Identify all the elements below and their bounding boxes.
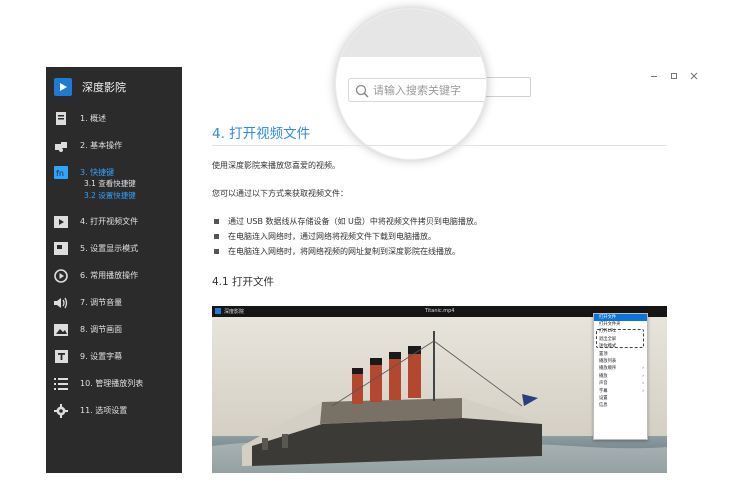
title-divider bbox=[212, 145, 667, 146]
menu-item-always-on-top[interactable]: 置顶 bbox=[594, 351, 647, 358]
fn-key-icon: fn bbox=[54, 166, 68, 180]
sidebar-item-label: 7. 调节音量 bbox=[80, 298, 123, 307]
menu-item-playlist[interactable]: 播放列表 bbox=[594, 358, 647, 365]
section-title: 4.1 打开文件 bbox=[212, 276, 275, 288]
sidebar-header: 深度影院 bbox=[54, 77, 178, 97]
display-icon bbox=[54, 242, 68, 256]
magnifier-titlebar bbox=[336, 9, 486, 57]
app-title: 深度影院 bbox=[82, 81, 126, 94]
lead-paragraph: 您可以通过以下方式来获取视频文件： bbox=[212, 189, 348, 198]
player-app-title: 深度影院 bbox=[224, 309, 245, 315]
menu-item-label: 字幕 bbox=[599, 388, 608, 394]
picture-icon bbox=[54, 323, 68, 337]
list-item: 在电脑连入网络时，将网络视频的网址复制到深度影院在线播放。 bbox=[212, 244, 482, 259]
menu-item-label: 声音 bbox=[599, 381, 608, 387]
sidebar-item-basic-ops[interactable]: 2. 基本操作 bbox=[46, 132, 182, 159]
chapter-title: 4. 打开视频文件 bbox=[212, 126, 311, 142]
menu-item-play-order[interactable]: 播放顺序 › bbox=[594, 365, 647, 372]
volume-icon bbox=[54, 296, 68, 310]
chevron-right-icon: › bbox=[642, 366, 644, 372]
menu-item-label: 播放列表 bbox=[599, 358, 617, 364]
subtitle-icon bbox=[54, 350, 68, 364]
sidebar-item-subtitles[interactable]: 9. 设置字幕 bbox=[46, 343, 182, 370]
bullet-icon bbox=[214, 234, 219, 239]
sidebar-item-options[interactable]: 11. 选项设置 bbox=[46, 397, 182, 424]
highlight-dashed-box bbox=[596, 329, 644, 348]
sidebar-item-label: 6. 常用播放操作 bbox=[80, 271, 139, 280]
menu-item-play[interactable]: 播放 › bbox=[594, 373, 647, 380]
bullet-icon bbox=[214, 249, 219, 254]
window-controls bbox=[649, 71, 699, 81]
sidebar-subitems: 3.1 查看快捷键 3.2 设置快捷键 bbox=[46, 178, 182, 202]
menu-item-open-file[interactable]: 打开文件 bbox=[594, 314, 647, 321]
sidebar-item-open-video[interactable]: 4. 打开视频文件 bbox=[46, 208, 182, 235]
bullet-icon bbox=[214, 219, 219, 224]
sidebar-item-label: 1. 概述 bbox=[80, 114, 107, 123]
sidebar-item-display-mode[interactable]: 5. 设置显示模式 bbox=[46, 235, 182, 262]
menu-item-label: 置顶 bbox=[599, 351, 608, 357]
close-icon[interactable] bbox=[689, 71, 699, 81]
sidebar-item-label: 3. 快捷键 bbox=[80, 168, 115, 177]
chevron-right-icon: › bbox=[642, 388, 644, 394]
sidebar-item-playback[interactable]: 6. 常用播放操作 bbox=[46, 262, 182, 289]
sidebar-subitem-set-shortcuts[interactable]: 3.2 设置快捷键 bbox=[84, 190, 182, 202]
context-menu: 打开文件 打开文件夹 打开URL 退出全屏 迷你模式 置顶 播放列表 播放顺序 ›… bbox=[593, 313, 648, 440]
menu-item-sound[interactable]: 声音 › bbox=[594, 380, 647, 387]
sidebar-item-label: 9. 设置字幕 bbox=[80, 352, 123, 361]
play-icon bbox=[54, 268, 68, 283]
sidebar-nav: 1. 概述 2. 基本操作 fn 3. 快捷键 3.1 查看快捷键 3.2 设置… bbox=[46, 105, 182, 424]
search-magnifier: 请输入搜索关键字 bbox=[335, 8, 487, 160]
sidebar: 深度影院 1. 概述 2. 基本操作 fn 3. 快捷键 3.1 查看快捷键 3… bbox=[46, 67, 182, 473]
list-icon bbox=[54, 377, 68, 391]
search-input[interactable]: 请输入搜索关键字 bbox=[348, 78, 486, 102]
sidebar-item-playlist[interactable]: 10. 管理播放列表 bbox=[46, 370, 182, 397]
list-item: 通过 USB 数据线从存储设备（如 U盘）中将视频文件拷贝到电脑播放。 bbox=[212, 214, 482, 229]
menu-item-label: 设置 bbox=[599, 395, 608, 401]
sidebar-subitem-view-shortcuts[interactable]: 3.1 查看快捷键 bbox=[84, 178, 182, 190]
sidebar-item-label: 4. 打开视频文件 bbox=[80, 217, 139, 226]
sidebar-item-label: 8. 调节画面 bbox=[80, 325, 123, 334]
player-file-name: Titanic.mp4 bbox=[425, 308, 455, 314]
bullet-list: 通过 USB 数据线从存储设备（如 U盘）中将视频文件拷贝到电脑播放。 在电脑连… bbox=[212, 214, 482, 259]
puzzle-icon bbox=[54, 139, 68, 153]
menu-item-subtitle[interactable]: 字幕 › bbox=[594, 388, 647, 395]
search-placeholder: 请输入搜索关键字 bbox=[373, 84, 461, 97]
sidebar-item-label: 10. 管理播放列表 bbox=[80, 379, 144, 388]
bullet-text: 通过 USB 数据线从存储设备（如 U盘）中将视频文件拷贝到电脑播放。 bbox=[228, 217, 482, 226]
chevron-right-icon: › bbox=[642, 373, 644, 379]
sidebar-item-label: 5. 设置显示模式 bbox=[80, 244, 139, 253]
video-file-icon bbox=[54, 215, 68, 229]
sidebar-item-label: 11. 选项设置 bbox=[80, 406, 128, 415]
search-icon bbox=[355, 83, 369, 98]
gear-icon bbox=[54, 403, 68, 418]
chevron-right-icon: › bbox=[642, 381, 644, 387]
bullet-text: 在电脑连入网络时，将网络视频的网址复制到深度影院在线播放。 bbox=[228, 247, 460, 256]
menu-item-label: 打开文件夹 bbox=[599, 322, 621, 327]
sidebar-item-volume[interactable]: 7. 调节音量 bbox=[46, 289, 182, 316]
menu-item-label: 播放顺序 bbox=[599, 366, 617, 372]
sidebar-item-label: 2. 基本操作 bbox=[80, 141, 123, 150]
menu-item-label: 播放 bbox=[599, 373, 608, 379]
document-icon bbox=[54, 112, 68, 126]
sidebar-item-overview[interactable]: 1. 概述 bbox=[46, 105, 182, 132]
intro-paragraph: 使用深度影院来播放您喜爱的视频。 bbox=[212, 161, 340, 170]
menu-item-settings[interactable]: 设置 bbox=[594, 395, 647, 402]
app-logo-icon bbox=[54, 78, 72, 96]
player-logo-icon bbox=[215, 308, 221, 314]
svg-text:fn: fn bbox=[56, 169, 64, 178]
sidebar-item-picture[interactable]: 8. 调节画面 bbox=[46, 316, 182, 343]
menu-item-label: 信息 bbox=[599, 403, 608, 409]
list-item: 在电脑连入网络时，通过网络将视频文件下载到电脑播放。 bbox=[212, 229, 482, 244]
bullet-text: 在电脑连入网络时，通过网络将视频文件下载到电脑播放。 bbox=[228, 232, 436, 241]
player-screenshot: 深度影院 Titanic.mp4 打开文件 打开文件夹 打开URL 退出全屏 迷… bbox=[212, 306, 667, 473]
menu-item-open-folder[interactable]: 打开文件夹 bbox=[594, 321, 647, 328]
minimize-icon[interactable] bbox=[649, 71, 659, 81]
menu-item-info[interactable]: 信息 bbox=[594, 402, 647, 409]
maximize-icon[interactable] bbox=[669, 71, 679, 81]
